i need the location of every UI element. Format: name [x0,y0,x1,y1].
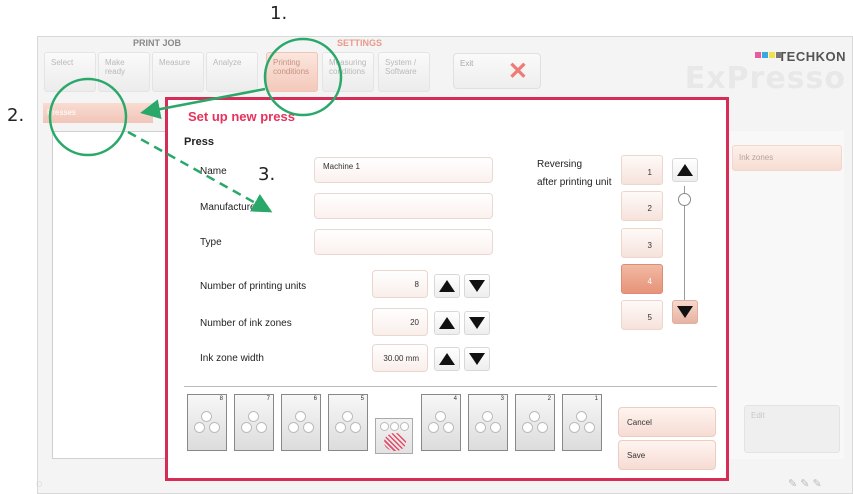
annotation-arrow-1-2 [140,87,266,119]
annotation-arrow-2-3 [127,130,273,213]
annotation-circle-1 [263,37,343,117]
annotation-step-2: 2. [7,105,25,126]
screenshot-stage: PRINT JOB SETTINGS Select Make ready Mea… [0,0,853,494]
annotation-step-1: 1. [270,3,288,24]
annotation-overlay [48,37,343,213]
annotation-circle-2 [48,77,128,157]
annotation-step-3: 3. [258,164,276,185]
